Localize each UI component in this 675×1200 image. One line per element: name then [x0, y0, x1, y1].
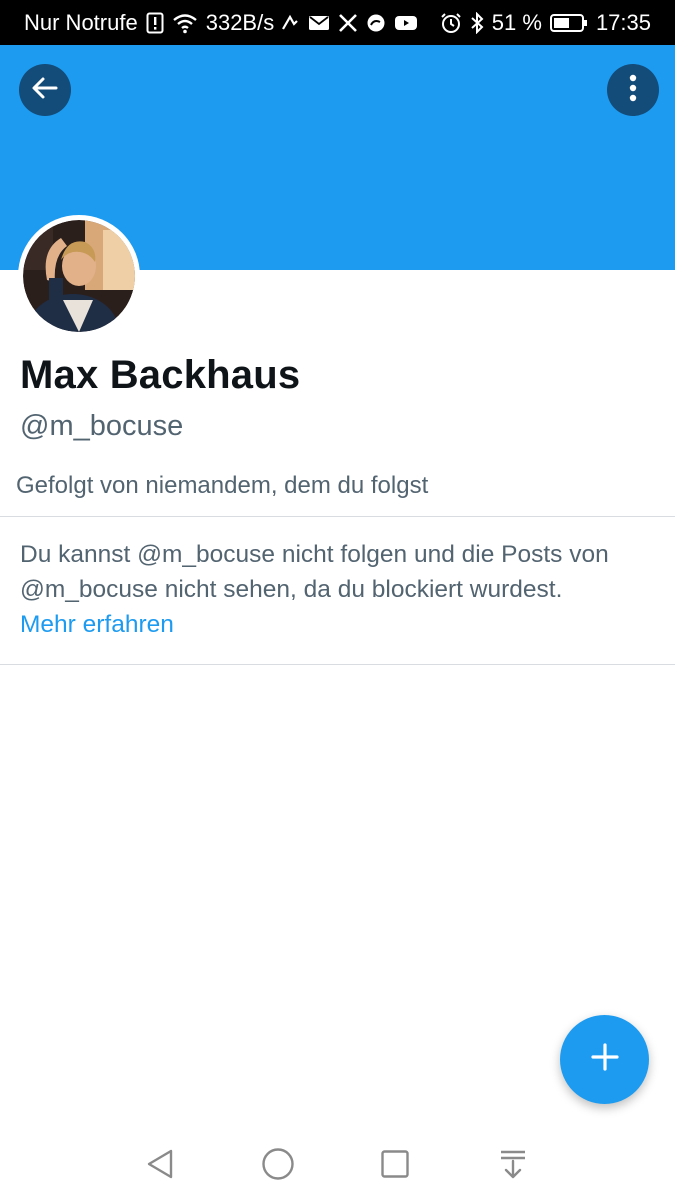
youtube-icon — [394, 14, 418, 32]
bluetooth-icon — [470, 11, 484, 34]
home-circle-icon — [261, 1147, 295, 1186]
x-icon — [338, 13, 358, 33]
clock: 17:35 — [595, 9, 651, 35]
arrow-left-icon — [30, 73, 60, 108]
profile-handle: @m_bocuse — [20, 410, 184, 442]
battery-percentage: 51 % — [491, 9, 542, 35]
blocked-notice: Du kannst @m_bocuse nicht folgen und die… — [20, 537, 660, 642]
more-options-button[interactable] — [607, 64, 659, 116]
status-bar-right: 51 % 17:35 — [280, 10, 651, 36]
blocked-notice-line: @m_bocuse nicht sehen, da du blockiert w… — [20, 576, 563, 603]
back-button[interactable] — [19, 64, 71, 116]
nav-home-button[interactable] — [256, 1144, 300, 1188]
nav-back-button[interactable] — [138, 1144, 182, 1188]
followed-by-text: Gefolgt von niemandem, dem du folgst — [16, 472, 429, 499]
wifi-icon — [172, 12, 198, 34]
edge-icon — [366, 13, 386, 33]
plus-icon — [590, 1042, 620, 1077]
learn-more-link[interactable]: Mehr erfahren — [20, 607, 660, 642]
compose-post-button[interactable] — [560, 1015, 649, 1104]
more-vertical-icon — [628, 74, 638, 107]
back-triangle-icon — [145, 1148, 175, 1185]
recents-square-icon — [380, 1149, 410, 1184]
network-speed: 332B/s — [205, 9, 275, 35]
status-bar: Nur Notrufe 332B/s 51 % 17:35 — [0, 0, 675, 45]
battery-icon — [549, 13, 588, 33]
system-nav-bar — [0, 1130, 675, 1200]
status-bar-left: Nur Notrufe 332B/s — [24, 10, 274, 36]
profile-name: Max Backhaus — [20, 353, 301, 397]
mail-icon — [308, 14, 330, 32]
alarm-icon — [440, 12, 462, 34]
divider — [0, 516, 675, 517]
notification-pull-icon — [498, 1148, 528, 1185]
avatar-image — [23, 220, 135, 332]
app-icon — [280, 13, 300, 33]
divider — [0, 664, 675, 665]
blocked-notice-line: Du kannst @m_bocuse nicht folgen und die… — [20, 541, 609, 568]
nav-recents-button[interactable] — [373, 1144, 417, 1188]
nav-notification-button[interactable] — [491, 1144, 535, 1188]
alert-icon — [146, 12, 164, 34]
avatar[interactable] — [18, 215, 140, 337]
carrier-label: Nur Notrufe — [24, 9, 138, 35]
